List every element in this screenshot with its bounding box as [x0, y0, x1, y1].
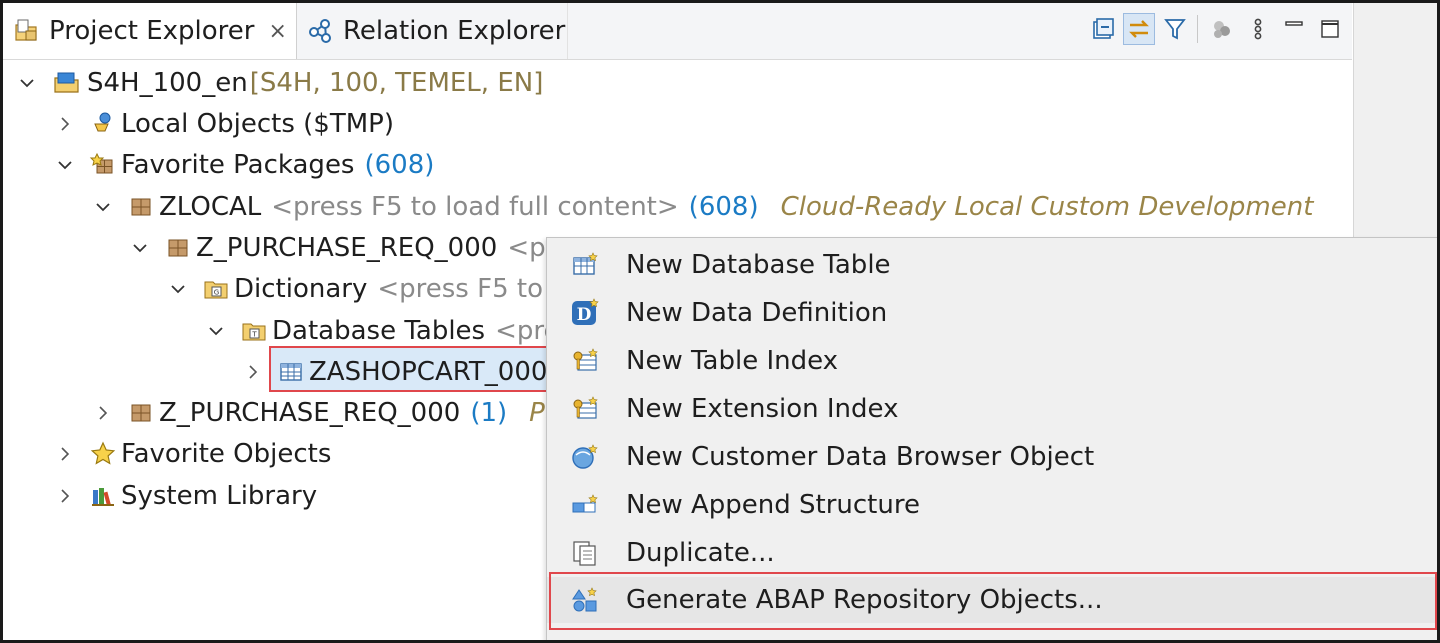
tab-bar-divider — [3, 59, 1352, 60]
menu-item-label: New Customer Data Browser Object — [626, 442, 1095, 472]
menu-item-new-customer-data-browser-object[interactable]: New Customer Data Browser Object — [547, 434, 1437, 480]
favorite-packages-count: (608) — [364, 150, 435, 180]
local-objects-label: Local Objects ($TMP) — [121, 109, 394, 139]
database-table-icon — [277, 358, 305, 386]
tree-item-favorite-objects[interactable]: Favorite Objects — [53, 434, 331, 474]
generate-item-highlight — [549, 572, 1437, 630]
menu-item-label: New Append Structure — [626, 490, 920, 520]
menu-item-new-append-structure[interactable]: New Append Structure — [547, 482, 1437, 528]
zlocal-hint: <press F5 to load full content> — [271, 192, 679, 222]
collapse-all-icon[interactable] — [1087, 13, 1119, 45]
system-detail: [S4H, 100, TEMEL, EN] — [249, 68, 544, 98]
package-explorer-icon — [13, 17, 41, 45]
local-objects-icon — [89, 110, 117, 138]
data-browser-icon — [569, 441, 601, 473]
dictionary-label: Dictionary — [234, 274, 368, 304]
dictionary-hint: <press F5 to lo — [377, 274, 575, 304]
menu-item-label: New Extension Index — [626, 394, 899, 424]
tree-item-zashopcart[interactable]: ZASHOPCART_000 — [241, 352, 547, 392]
chevron-down-icon[interactable] — [128, 236, 152, 260]
menu-item-label: New Database Table — [626, 250, 891, 280]
system-label: S4H_100_en — [87, 68, 248, 98]
z-purchase-label: Z_PURCHASE_REQ_000 — [196, 233, 498, 263]
package-icon — [127, 399, 155, 427]
menu-item-label: Duplicate... — [626, 538, 775, 568]
chevron-down-icon[interactable] — [204, 319, 228, 343]
tab-relation-explorer-label: Relation Explorer — [343, 16, 566, 46]
database-tables-label: Database Tables — [272, 316, 486, 346]
relation-icon — [307, 17, 335, 45]
zlocal-count: (608) — [688, 192, 759, 222]
cluster-icon[interactable] — [1206, 13, 1238, 45]
zlocal-label: ZLOCAL — [159, 192, 262, 222]
duplicate-icon — [569, 537, 601, 569]
view-tab-bar: Project Explorer × Relation Explorer — [3, 3, 1437, 59]
tree-item-database-tables[interactable]: T Database Tables <pres — [204, 311, 573, 351]
tree-item-system-library[interactable]: System Library — [53, 476, 317, 516]
tree-item-zlocal[interactable]: ZLOCAL <press F5 to load full content> (… — [91, 187, 1313, 227]
z-purchase-2-label: Z_PURCHASE_REQ_000 — [159, 398, 461, 428]
tree-item-z-purchase-req-2[interactable]: Z_PURCHASE_REQ_000 (1) Pac — [91, 393, 575, 433]
menu-item-label: New Table Index — [626, 346, 839, 376]
tab-project-explorer[interactable]: Project Explorer × — [3, 3, 297, 59]
maximize-icon[interactable] — [1314, 13, 1346, 45]
system-library-label: System Library — [121, 481, 318, 511]
menu-item-label: New Data Definition — [626, 298, 888, 328]
favorite-objects-label: Favorite Objects — [121, 439, 332, 469]
tab-project-explorer-label: Project Explorer — [49, 16, 255, 46]
tab-relation-explorer[interactable]: Relation Explorer — [297, 3, 568, 59]
svg-text:T: T — [251, 331, 257, 339]
package-icon — [127, 193, 155, 221]
append-structure-icon — [569, 489, 601, 521]
svg-text:G: G — [214, 289, 219, 297]
abap-project-icon — [51, 69, 83, 97]
tree-item-system[interactable]: S4H_100_en [S4H, 100, TEMEL, EN] — [15, 63, 543, 103]
link-with-editor-icon[interactable] — [1123, 13, 1155, 45]
close-icon[interactable]: × — [268, 19, 286, 44]
project-explorer-window: Project Explorer × Relation Explorer S4H… — [0, 0, 1440, 643]
library-icon — [89, 482, 117, 510]
data-definition-icon: D — [569, 297, 601, 329]
menu-item-new-data-definition[interactable]: D New Data Definition — [547, 290, 1437, 336]
filter-icon[interactable] — [1159, 13, 1191, 45]
chevron-right-icon[interactable] — [91, 401, 115, 425]
chevron-right-icon[interactable] — [241, 360, 265, 384]
view-toolbar — [1087, 11, 1350, 47]
dictionary-folder-icon: G — [202, 275, 230, 303]
chevron-down-icon[interactable] — [166, 277, 190, 301]
menu-item-new-database-table[interactable]: New Database Table — [547, 242, 1437, 288]
tree-item-z-purchase-req[interactable]: Z_PURCHASE_REQ_000 <pre — [128, 228, 572, 268]
chevron-down-icon[interactable] — [53, 153, 77, 177]
package-icon — [164, 234, 192, 262]
zashopcart-label: ZASHOPCART_000 — [309, 357, 548, 387]
svg-text:D: D — [577, 305, 592, 325]
toolbar-separator — [1197, 15, 1198, 43]
favorite-packages-icon — [89, 151, 117, 179]
menu-item-duplicate[interactable]: Duplicate... — [547, 530, 1437, 576]
menu-item-new-extension-index[interactable]: New Extension Index — [547, 386, 1437, 432]
view-menu-icon[interactable] — [1242, 13, 1274, 45]
table-index-icon — [569, 345, 601, 377]
tree-item-favorite-packages[interactable]: Favorite Packages (608) — [53, 145, 434, 185]
chevron-right-icon[interactable] — [53, 442, 77, 466]
tree-item-dictionary[interactable]: G Dictionary <press F5 to lo — [166, 269, 574, 309]
chevron-right-icon[interactable] — [53, 484, 77, 508]
star-icon — [89, 440, 117, 468]
minimize-icon[interactable] — [1278, 13, 1310, 45]
tree-item-local-objects[interactable]: Local Objects ($TMP) — [53, 104, 394, 144]
favorite-packages-label: Favorite Packages — [121, 150, 355, 180]
chevron-down-icon[interactable] — [91, 195, 115, 219]
menu-item-new-table-index[interactable]: New Table Index — [547, 338, 1437, 384]
chevron-right-icon[interactable] — [53, 112, 77, 136]
chevron-down-icon[interactable] — [15, 71, 39, 95]
z-purchase-2-count: (1) — [470, 398, 508, 428]
database-table-icon — [569, 249, 601, 281]
tables-folder-icon: T — [240, 317, 268, 345]
extension-index-icon — [569, 393, 601, 425]
zlocal-description: Cloud-Ready Local Custom Development — [780, 192, 1314, 222]
